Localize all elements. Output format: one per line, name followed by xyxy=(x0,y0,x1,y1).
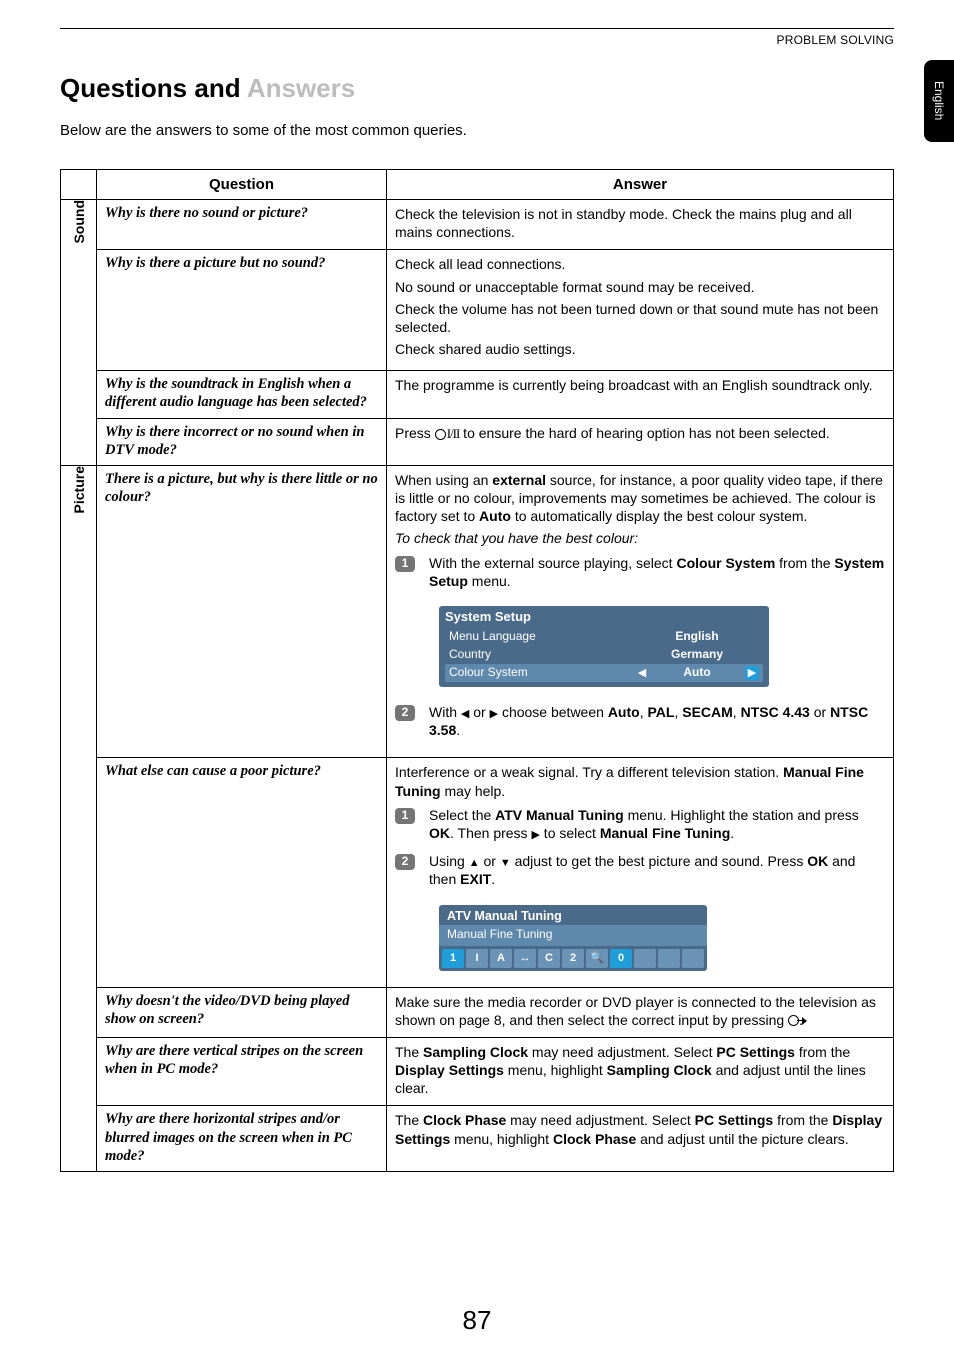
th-blank xyxy=(61,170,97,200)
menu-title: System Setup xyxy=(445,609,763,626)
atv-cell: 🔍 xyxy=(586,949,608,968)
a-picture-3: Make sure the media recorder or DVD play… xyxy=(387,987,894,1037)
a-picture-4: The Sampling Clock may need adjustment. … xyxy=(387,1037,894,1106)
q-sound-3: Why is the soundtrack in English when a … xyxy=(97,371,387,418)
language-tab-label: English xyxy=(932,81,946,120)
a-picture-2: Interference or a weak signal. Try a dif… xyxy=(387,758,894,987)
atv-cell xyxy=(682,949,704,968)
header-section: PROBLEM SOLVING xyxy=(60,33,894,47)
step-1: 1 With the external source playing, sele… xyxy=(395,554,885,590)
q-picture-4: Why are there vertical stripes on the sc… xyxy=(97,1037,387,1106)
right-arrow-icon xyxy=(745,666,759,680)
a-sound-1: Check the television is not in standby m… xyxy=(387,200,894,250)
title-main: Questions and xyxy=(60,73,247,103)
atv-subtitle: Manual Fine Tuning xyxy=(439,925,707,946)
step-badge-2: 2 xyxy=(395,854,415,870)
atv-cell xyxy=(634,949,656,968)
up-arrow-icon xyxy=(469,853,480,869)
left-arrow-icon xyxy=(635,666,649,680)
atv-cell: A xyxy=(490,949,512,968)
q-picture-1: There is a picture, but why is there lit… xyxy=(97,465,387,758)
down-arrow-icon xyxy=(500,853,511,869)
atv-manual-tuning-menu: ATV Manual Tuning Manual Fine Tuning 1 I… xyxy=(439,905,707,971)
th-answer: Answer xyxy=(387,170,894,200)
step-2: 2 With or choose between Auto, PAL, SECA… xyxy=(395,703,885,739)
page-title: Questions and Answers xyxy=(60,73,894,104)
atv-cell: I xyxy=(466,949,488,968)
page-number: 87 xyxy=(0,1305,954,1336)
a-sound-2: Check all lead connections. No sound or … xyxy=(387,250,894,371)
qa-table: Question Answer Sound Why is there no so… xyxy=(60,169,894,1172)
category-sound: Sound xyxy=(61,200,97,466)
a-picture-1: When using an external source, for insta… xyxy=(387,465,894,758)
a-sound-3: The programme is currently being broadca… xyxy=(387,371,894,418)
atv-cell: ↔ xyxy=(514,949,536,968)
q-sound-2: Why is there a picture but no sound? xyxy=(97,250,387,371)
atv-title: ATV Manual Tuning xyxy=(439,905,707,925)
category-picture-label: Picture xyxy=(71,466,87,513)
system-setup-menu: System Setup Menu LanguageEnglish Countr… xyxy=(439,606,769,687)
category-picture: Picture xyxy=(61,465,97,1171)
right-arrow-icon xyxy=(531,825,539,841)
q-picture-5: Why are there horizontal stripes and/or … xyxy=(97,1106,387,1171)
step-badge-2: 2 xyxy=(395,705,415,721)
audio-dual-icon: I/II xyxy=(435,426,460,443)
step-badge-1: 1 xyxy=(395,556,415,572)
title-gray: Answers xyxy=(247,73,355,103)
language-tab: English xyxy=(924,60,954,142)
atv-cell xyxy=(658,949,680,968)
th-question: Question xyxy=(97,170,387,200)
step-badge-1: 1 xyxy=(395,808,415,824)
intro-text: Below are the answers to some of the mos… xyxy=(60,122,894,139)
q-sound-1: Why is there no sound or picture? xyxy=(97,200,387,250)
step-2b: 2 Using or adjust to get the best pictur… xyxy=(395,852,885,888)
q-sound-4: Why is there incorrect or no sound when … xyxy=(97,418,387,465)
atv-cell: 1 xyxy=(442,949,464,968)
right-arrow-icon xyxy=(490,704,498,720)
atv-cell: C xyxy=(538,949,560,968)
q-picture-2: What else can cause a poor picture? xyxy=(97,758,387,987)
step-1b: 1 Select the ATV Manual Tuning menu. Hig… xyxy=(395,806,885,842)
a-picture-5: The Clock Phase may need adjustment. Sel… xyxy=(387,1106,894,1171)
atv-cell: 0 xyxy=(610,949,632,968)
q-picture-3: Why doesn't the video/DVD being played s… xyxy=(97,987,387,1037)
category-sound-label: Sound xyxy=(71,200,87,244)
atv-cell: 2 xyxy=(562,949,584,968)
a-sound-4: Press I/II to ensure the hard of hearing… xyxy=(387,418,894,465)
input-select-icon xyxy=(788,1015,799,1026)
